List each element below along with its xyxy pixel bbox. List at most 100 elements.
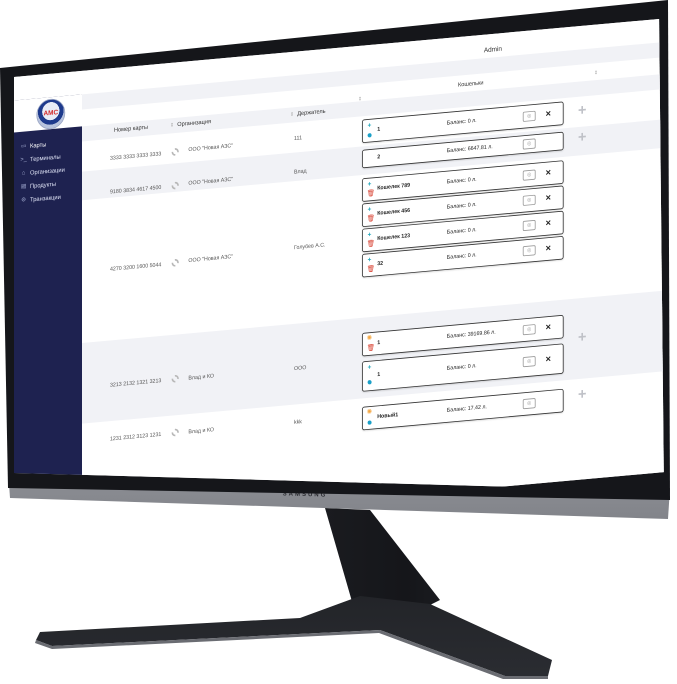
close-icon[interactable]: ✕ — [545, 193, 551, 203]
close-icon[interactable]: ✕ — [545, 244, 551, 254]
money-icon[interactable]: ◎ — [522, 194, 536, 206]
wallet-balance: Баланс: 0 л. — [446, 252, 477, 261]
product-icon: ▤ — [20, 183, 27, 190]
status-dot-icon — [367, 133, 372, 138]
money-icon[interactable]: ◎ — [522, 138, 536, 150]
card-number: 4270 3200 1600 5044 — [110, 261, 162, 273]
add-wallet-button[interactable]: + — [578, 328, 586, 346]
sort-icon: ⇕ — [170, 123, 175, 129]
plus-icon[interactable]: + — [368, 363, 372, 371]
status-dot-icon — [367, 420, 372, 425]
plus-icon[interactable]: + — [368, 121, 372, 129]
gear-icon[interactable] — [171, 428, 179, 437]
wallet-balance: Баланс: 6647.81 л. — [446, 143, 493, 154]
plus-icon[interactable]: + — [368, 205, 372, 213]
sort-icon[interactable]: ⇕ — [594, 70, 598, 76]
card-number: 1231 2312 3123 1231 — [110, 431, 162, 443]
card-number: 3333 3333 3333 3333 — [110, 151, 162, 162]
column-header-label: Держатель — [297, 108, 326, 118]
holder-name: kkk — [294, 419, 302, 426]
sun-icon: ✺ — [366, 407, 373, 416]
sort-icon: ⇕ — [290, 112, 295, 118]
money-icon[interactable]: ◎ — [522, 169, 536, 181]
organization-icon: ⌂ — [21, 169, 26, 176]
plus-icon[interactable]: + — [368, 256, 372, 264]
wallet-name: 32 — [377, 260, 384, 267]
holder-name: Влад — [294, 168, 307, 176]
logo-text: AMC — [43, 108, 59, 118]
wallet-name: 1 — [377, 339, 381, 346]
plus-icon[interactable]: + — [368, 180, 372, 188]
organization-name: ООО "Новая АЗС" — [188, 253, 234, 264]
wallet-balance: Баланс: 0 л. — [446, 117, 477, 127]
holder-name: Голубев А.С. — [294, 242, 326, 251]
sidebar-item-label: Транзакции — [30, 192, 61, 203]
sidebar-nav: ▭ Карты >_ Терминалы ⌂ Организации ▤ Про… — [20, 134, 84, 207]
add-wallet-button[interactable]: + — [578, 385, 586, 403]
gear-icon[interactable] — [171, 181, 179, 190]
app-window: Admin AMC ▭ Карты >_ Терминалы ⌂ Организ… — [14, 17, 664, 491]
wallet-balance: Баланс: 39169.86 л. — [446, 329, 496, 340]
sidebar-item-label: Организации — [30, 165, 65, 176]
money-icon[interactable]: ◎ — [522, 219, 536, 232]
sidebar-item-label: Карты — [30, 140, 47, 150]
wallet-name: 1 — [377, 126, 381, 133]
wallet-card[interactable]: ✺ Новый1 Баланс: 17.42 л. ◎ — [362, 388, 564, 431]
money-icon[interactable]: ◎ — [522, 245, 536, 257]
wallet-balance: Баланс: 0 л. — [446, 176, 477, 186]
close-icon[interactable]: ✕ — [545, 168, 551, 178]
plus-icon[interactable]: + — [368, 230, 372, 238]
wallet-balance: Баланс: 0 л. — [446, 226, 477, 236]
trash-icon[interactable]: 🗑 — [367, 239, 375, 247]
trash-icon[interactable]: 🗑 — [367, 265, 375, 273]
wallet-name: Кошелек 456 — [377, 207, 411, 217]
wallet-name: Кошелек 789 — [377, 182, 411, 192]
trash-icon[interactable]: 🗑 — [367, 214, 375, 222]
add-wallet-button[interactable]: + — [578, 128, 586, 146]
card-icon: ▭ — [20, 143, 27, 150]
money-icon[interactable]: ◎ — [522, 397, 536, 410]
organization-name: Влад и КО — [188, 426, 215, 436]
close-icon[interactable]: ✕ — [545, 109, 551, 119]
gear-icon[interactable] — [171, 374, 179, 383]
wallet-balance: Баланс: 0 л. — [446, 201, 477, 211]
column-header-label: Номер карты — [114, 124, 149, 134]
main-content: Номер карты ⇕ Организация ⇕ Держатель Коше… — [82, 41, 664, 491]
column-header-label: Организация — [177, 118, 211, 128]
sidebar-item-label: Продукты — [30, 179, 56, 190]
money-icon[interactable]: ◎ — [522, 324, 536, 336]
organization-name: ООО "Новая АЗС" — [188, 176, 234, 187]
transaction-icon: ⊜ — [21, 196, 26, 204]
gear-icon[interactable] — [171, 147, 179, 157]
close-icon[interactable]: ✕ — [545, 355, 551, 365]
sun-icon: ✺ — [366, 333, 373, 342]
status-dot-icon — [367, 379, 372, 385]
organization-name: ООО "Новая АЗС" — [188, 142, 234, 153]
column-header-holder[interactable]: ⇕ Держатель — [290, 109, 326, 118]
terminal-icon: >_ — [20, 156, 27, 163]
wallet-name: 2 — [377, 154, 381, 161]
wallet-name: 1 — [377, 371, 381, 378]
close-icon[interactable]: ✕ — [545, 218, 551, 228]
sidebar-item-label: Терминалы — [30, 152, 61, 163]
holder-name: ООО — [294, 364, 307, 372]
money-icon[interactable]: ◎ — [522, 355, 536, 368]
money-icon[interactable]: ◎ — [522, 110, 536, 122]
gear-icon[interactable] — [171, 258, 179, 267]
wallet-name: Кошелек 123 — [377, 232, 411, 242]
organization-name: Влад и КО — [188, 373, 215, 382]
column-header-card[interactable]: Номер карты — [114, 125, 148, 134]
close-icon[interactable]: ✕ — [545, 323, 551, 333]
trash-icon[interactable]: 🗑 — [367, 344, 375, 352]
user-menu[interactable]: Admin — [484, 45, 502, 54]
sort-icon[interactable]: ⇕ — [358, 96, 362, 102]
trash-icon[interactable]: 🗑 — [367, 189, 375, 197]
column-header-organization[interactable]: ⇕ Организация — [170, 119, 211, 129]
wallet-balance: Баланс: 17.42 л. — [446, 404, 487, 414]
column-header-label: Кошельки — [458, 80, 484, 89]
column-header-wallets: Кошельки — [458, 80, 484, 88]
add-wallet-button[interactable]: + — [578, 101, 586, 119]
wallet-balance: Баланс: 0 л. — [446, 362, 477, 372]
card-number: 3213 2132 1321 3213 — [110, 377, 162, 389]
wallet-name: Новый1 — [377, 412, 399, 420]
